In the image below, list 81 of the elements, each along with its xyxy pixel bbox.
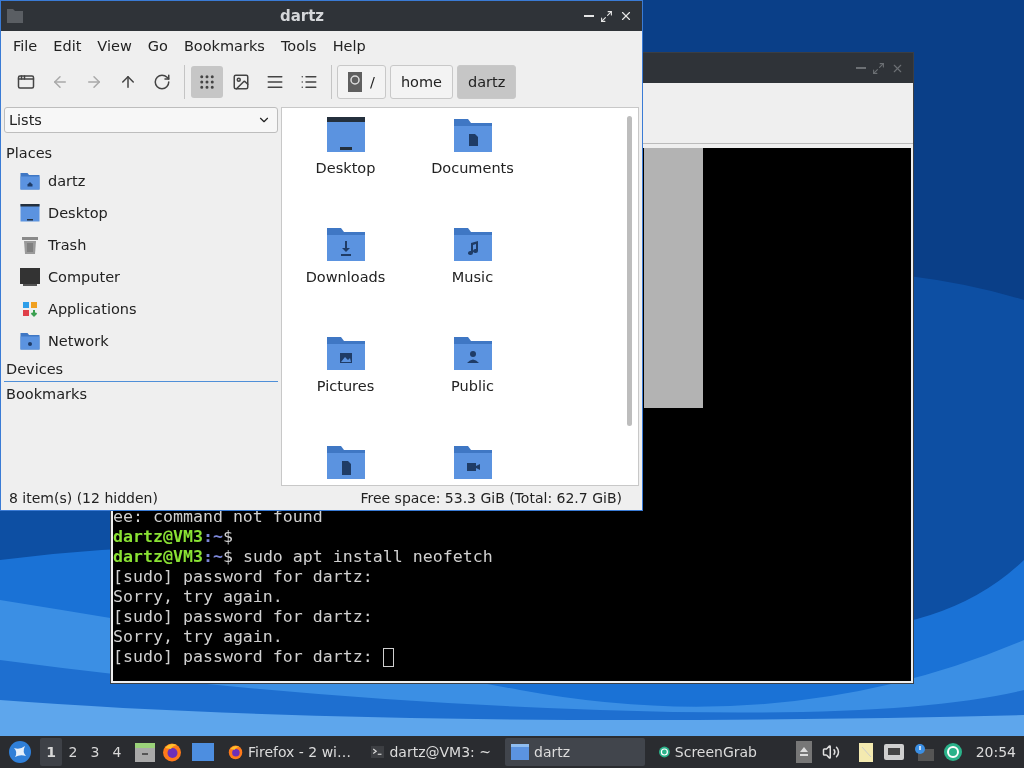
menu-item[interactable]: Go	[139, 38, 176, 54]
icon-view-icon	[198, 73, 216, 91]
new-tab-icon	[17, 73, 35, 91]
image-icon	[232, 73, 250, 91]
reload-icon	[153, 73, 171, 91]
minimize-button[interactable]	[581, 15, 597, 17]
path-button[interactable]: dartz	[457, 65, 517, 99]
home-folder-icon	[20, 171, 40, 191]
monitor-icon	[20, 267, 40, 287]
side-pane-dropdown[interactable]: Lists	[4, 107, 278, 133]
path-button[interactable]: home	[389, 65, 453, 99]
task-button[interactable]: dartz	[505, 738, 645, 766]
forward-arrow-icon	[85, 73, 103, 91]
output-line: ee: command not found	[113, 507, 324, 527]
output-line: [sudo] password for dartz:	[113, 567, 374, 587]
menu-item[interactable]: View	[89, 38, 140, 54]
path-button[interactable]: /	[337, 65, 386, 99]
scrollbar[interactable]	[627, 116, 632, 426]
clock: 20:54	[975, 744, 1016, 760]
sidebar-item[interactable]: dartz	[4, 165, 278, 197]
eject-icon[interactable]	[795, 741, 812, 763]
status-text: 8 item(s) (12 hidden)	[9, 490, 158, 506]
menu-item[interactable]: Bookmarks	[175, 38, 273, 54]
lines-icon	[266, 73, 284, 91]
file-label[interactable]: Music	[451, 269, 494, 285]
applications-icon	[20, 299, 40, 319]
workspace-button[interactable]: 1	[40, 738, 62, 766]
sidebar-item[interactable]: Computer	[4, 261, 278, 293]
menu-item[interactable]: Edit	[45, 38, 90, 54]
notification-icon[interactable]	[913, 743, 934, 761]
file-label[interactable]: Downloads	[305, 269, 386, 285]
camera-shutter-icon	[943, 743, 962, 761]
section-header[interactable]: Devices	[4, 357, 278, 381]
sidebar-item[interactable]: Desktop	[4, 197, 278, 229]
minimize-icon	[856, 67, 866, 69]
view-button[interactable]	[191, 66, 223, 98]
file-label[interactable]: Desktop	[315, 160, 376, 176]
folder-icon	[7, 9, 23, 23]
clipboard-icon[interactable]	[857, 741, 874, 763]
window-title: dartz	[278, 7, 326, 25]
volume-icon[interactable]	[821, 743, 840, 761]
prompt-line: dartz@VM3:~$	[113, 527, 234, 547]
maximize-icon	[872, 61, 885, 75]
menu-item[interactable]: File	[5, 38, 46, 54]
terminal-icon	[371, 744, 385, 760]
desktop-folder-icon	[20, 203, 40, 223]
desktop-folder-icon	[325, 115, 366, 155]
workspace-button[interactable]: 2	[62, 738, 84, 766]
section-header[interactable]: Places	[4, 141, 278, 165]
workspace-button[interactable]: 4	[106, 738, 128, 766]
close-icon	[619, 9, 633, 23]
network-folder-icon	[20, 331, 40, 351]
maximize-icon	[600, 9, 613, 23]
file-label[interactable]: Pictures	[316, 378, 375, 394]
sidebar-item[interactable]: Applications	[4, 293, 278, 325]
network-port-icon[interactable]	[883, 744, 904, 760]
task-button[interactable]: ScreenGrab	[653, 738, 763, 766]
trash-icon	[20, 235, 40, 255]
start-menu-icon[interactable]	[8, 740, 32, 764]
output-line: Sorry, try again.	[113, 587, 284, 607]
menu-item[interactable]: Tools	[272, 38, 325, 54]
minimize-icon	[584, 15, 594, 17]
window-icon	[511, 744, 529, 760]
file-label[interactable]: Public	[451, 378, 494, 394]
section-header[interactable]: Bookmarks	[4, 381, 278, 406]
workspace-button[interactable]: 3	[84, 738, 106, 766]
output-line: [sudo] password for dartz:	[113, 607, 374, 627]
task-button[interactable]: Firefox - 2 wi…	[222, 738, 357, 766]
output-line: [sudo] password for dartz:	[113, 647, 911, 667]
task-button[interactable]: dartz@VM3: ~	[365, 738, 497, 766]
firefox-icon	[162, 742, 182, 762]
free-space-text: Free space: 53.3 GiB (Total: 62.7 GiB)	[360, 490, 622, 506]
prompt-line: dartz@VM3:~$ sudo apt install neofetch	[113, 547, 494, 567]
sidebar-item[interactable]: Trash	[4, 229, 278, 261]
file-label[interactable]: Documents	[431, 160, 514, 176]
sidebar-item[interactable]: Network	[4, 325, 278, 357]
drive-icon	[348, 72, 362, 92]
menu-item[interactable]: Help	[324, 38, 374, 54]
output-line: Sorry, try again.	[113, 627, 284, 647]
list-icon	[300, 73, 318, 91]
file-cabinet-icon[interactable]	[134, 741, 156, 763]
